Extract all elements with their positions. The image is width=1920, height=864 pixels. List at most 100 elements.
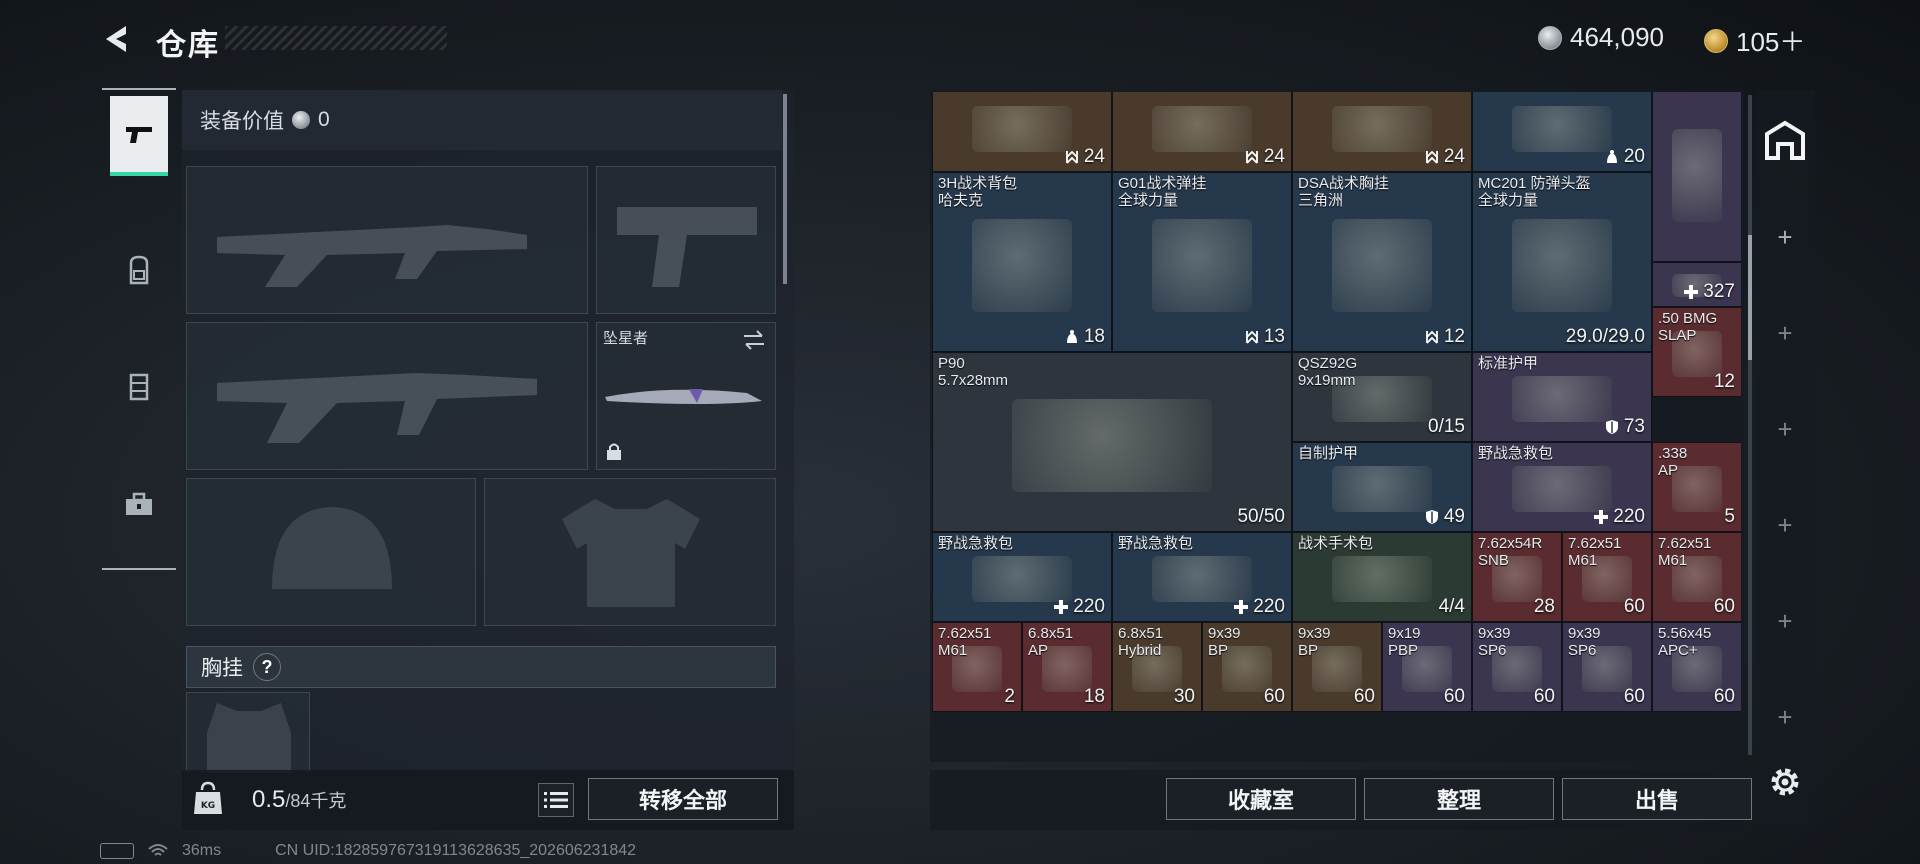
inventory-scrollbar-thumb[interactable] xyxy=(1748,235,1752,360)
inventory-item[interactable]: 战术手术包 4/4 xyxy=(1292,532,1472,622)
inventory-item[interactable]: 7.62x51 M61 2 xyxy=(932,622,1022,712)
inventory-item[interactable]: 自制护甲 49 xyxy=(1292,442,1472,532)
chest-rig-silhouette-icon xyxy=(207,703,291,773)
list-view-button[interactable] xyxy=(538,783,574,817)
inventory-item[interactable]: 24 xyxy=(1292,92,1472,172)
inventory-item[interactable]: 9x39 BP 60 xyxy=(1292,622,1382,712)
sell-button[interactable]: 出售 xyxy=(1562,778,1752,820)
inventory-item[interactable]: 20 xyxy=(1472,92,1652,172)
add-storage-tab-button[interactable]: + xyxy=(1770,702,1800,732)
durability-icon xyxy=(1066,330,1077,343)
inventory-item[interactable]: 6.8x51 Hybrid 30 xyxy=(1112,622,1202,712)
uid-readout: CN UID:1828597673191136286​35_2026062318… xyxy=(275,842,637,859)
item-count: 73 xyxy=(1604,416,1645,438)
inventory-item[interactable]: DSA战术胸挂 三角洲 12 xyxy=(1292,172,1472,352)
inventory-item[interactable]: 24 xyxy=(932,92,1112,172)
inventory-item[interactable]: G01战术弹挂 全球力量 13 xyxy=(1112,172,1292,352)
silver-currency: 464,090 xyxy=(1538,22,1664,53)
capacity-icon xyxy=(1425,330,1438,344)
item-count: 29.0/29.0 xyxy=(1566,326,1645,348)
title-decoration xyxy=(225,26,447,50)
inventory-item[interactable]: QSZ92G 9x19mm 0/15 xyxy=(1292,352,1472,442)
item-name: QSZ92G 9x19mm xyxy=(1298,355,1358,389)
add-storage-tab-button[interactable]: + xyxy=(1770,318,1800,348)
inventory-item[interactable]: 6.8x51 AP 18 xyxy=(1022,622,1112,712)
inventory-item[interactable]: 7.62x54R SNB 28 xyxy=(1472,532,1562,622)
inventory-item[interactable] xyxy=(1652,92,1741,262)
inventory-item[interactable]: 7.62x51 M61 60 xyxy=(1652,532,1741,622)
item-name: 野战急救包 xyxy=(1118,535,1194,552)
nav-weapons[interactable] xyxy=(110,96,168,176)
item-name: G01战术弹挂 全球力量 xyxy=(1118,175,1207,209)
melee-slot[interactable]: 坠星者 xyxy=(596,322,776,470)
settings-gear-icon[interactable] xyxy=(1765,762,1805,802)
gold-amount[interactable]: 105＋ xyxy=(1736,22,1805,59)
back-arrow-icon[interactable] xyxy=(100,22,134,56)
add-storage-tab-button[interactable]: + xyxy=(1770,606,1800,636)
inventory-item[interactable]: 野战急救包 220 xyxy=(1112,532,1292,622)
item-count: 220 xyxy=(1593,506,1645,528)
nav-chest-rig[interactable] xyxy=(110,346,168,426)
inventory-item[interactable]: MC201 防弹头盔 全球力量 29.0/29.0 xyxy=(1472,172,1652,352)
add-storage-tab-button[interactable]: + xyxy=(1770,222,1800,252)
collection-room-button[interactable]: 收藏室 xyxy=(1166,778,1356,820)
primary-weapon-slot[interactable] xyxy=(186,166,588,314)
weight-icon: KG xyxy=(194,781,222,814)
storage-home-icon[interactable] xyxy=(1762,118,1808,164)
item-image xyxy=(1332,465,1432,512)
armor-slot[interactable] xyxy=(484,478,776,626)
nav-backpack[interactable] xyxy=(110,230,168,310)
item-image xyxy=(1152,219,1252,312)
list-icon xyxy=(544,792,568,808)
item-name: .338 AP xyxy=(1658,445,1688,479)
item-count: 12 xyxy=(1714,371,1735,393)
equipment-value-label: 装备价值 xyxy=(200,110,284,133)
inventory-item[interactable]: .50 BMG SLAP 12 xyxy=(1652,307,1741,397)
inventory-item[interactable]: 9x39 BP 60 xyxy=(1202,622,1292,712)
inventory-item[interactable]: .338 AP 5 xyxy=(1652,442,1741,532)
inventory-item[interactable]: 5.56x45 APC+ 60 xyxy=(1652,622,1741,712)
organize-button[interactable]: 整理 xyxy=(1364,778,1554,820)
item-count-value: 60 xyxy=(1353,686,1375,707)
inventory-item[interactable]: 野战急救包 220 xyxy=(932,532,1112,622)
inventory-scrollbar[interactable] xyxy=(1748,95,1752,755)
help-button[interactable]: ? xyxy=(253,653,281,681)
item-count-value: 60 xyxy=(1623,596,1645,617)
inventory-item[interactable]: P90 5.7x28mm 50/50 xyxy=(932,352,1292,532)
item-count-value: 12 xyxy=(1443,326,1465,347)
inventory-item[interactable]: 9x39 SP6 60 xyxy=(1562,622,1652,712)
inventory-item[interactable]: 9x39 SP6 60 xyxy=(1472,622,1562,712)
heal-plus-icon xyxy=(1594,510,1609,524)
add-storage-tab-button[interactable]: + xyxy=(1770,414,1800,444)
inventory-item[interactable]: 7.62x51 M61 60 xyxy=(1562,532,1652,622)
inventory-item[interactable]: 327 xyxy=(1652,262,1741,307)
item-count-value: 2 xyxy=(1004,686,1015,707)
inventory-item[interactable]: 标准护甲 73 xyxy=(1472,352,1652,442)
gold-currency[interactable]: 105＋ xyxy=(1704,22,1805,59)
item-name: 9x39 BP xyxy=(1208,625,1241,659)
inventory-item[interactable]: 24 xyxy=(1112,92,1292,172)
helmet-slot[interactable] xyxy=(186,478,476,626)
item-count-value: 30 xyxy=(1173,686,1195,707)
page-title: 仓库 xyxy=(156,29,220,62)
svg-text:KG: KG xyxy=(201,801,215,811)
inventory-grid: 24 24 24 20 3H战术背包 哈夫克 18 G01战术弹挂 全球力量 13 DSA战术胸… xyxy=(932,92,1741,760)
pistol-slot[interactable] xyxy=(596,166,776,314)
secondary-weapon-slot[interactable] xyxy=(186,322,588,470)
transfer-all-button[interactable]: 转移全部 xyxy=(588,778,778,820)
item-image xyxy=(1332,219,1432,312)
nav-toolbox[interactable] xyxy=(110,464,168,544)
inventory-item[interactable]: 野战急救包 220 xyxy=(1472,442,1652,532)
inventory-item[interactable]: 9x19 PBP 60 xyxy=(1382,622,1472,712)
weight-readout: 0.5/84千克 xyxy=(252,786,346,814)
item-count-value: 220 xyxy=(1253,596,1285,617)
add-storage-tab-button[interactable]: + xyxy=(1770,510,1800,540)
equipment-scrollbar[interactable] xyxy=(783,94,787,284)
capacity-icon xyxy=(1425,150,1438,164)
item-count: 20 xyxy=(1604,146,1645,168)
item-count: 5 xyxy=(1724,506,1735,528)
item-name: DSA战术胸挂 三角洲 xyxy=(1298,175,1389,209)
chest-rig-slot[interactable] xyxy=(186,692,310,773)
item-image xyxy=(1672,129,1722,222)
inventory-item[interactable]: 3H战术背包 哈夫克 18 xyxy=(932,172,1112,352)
